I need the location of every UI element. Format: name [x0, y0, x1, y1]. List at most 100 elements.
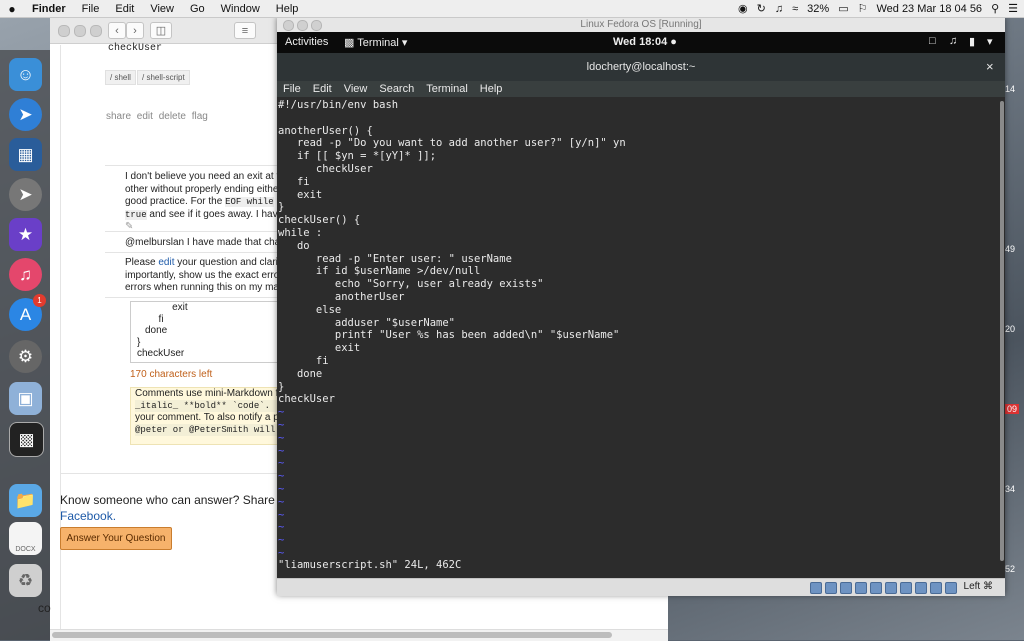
folder-icon[interactable]: 📁 [9, 484, 42, 517]
scrollbar-thumb[interactable] [1000, 101, 1004, 561]
system-preferences-icon[interactable]: ⚙ [9, 340, 42, 373]
menu-view[interactable]: View [142, 3, 182, 15]
app-store-icon[interactable]: A1 [9, 294, 46, 331]
back-button[interactable]: ‹ [108, 22, 126, 39]
battery-icon[interactable]: ▮ [969, 35, 975, 48]
term-menu-view[interactable]: View [338, 83, 374, 95]
video-capture-icon[interactable] [915, 582, 927, 594]
minimize-window-button[interactable] [74, 25, 86, 37]
terminal-line: } [278, 201, 285, 214]
terminal-line: anotherUser() { [278, 124, 373, 137]
vim-empty-line-tilde: ~ [278, 483, 285, 495]
screen-icon[interactable]: ▩ [9, 422, 44, 457]
term-menu-terminal[interactable]: Terminal [420, 83, 474, 95]
vbox-zoom-button[interactable] [311, 20, 322, 31]
terminal-line: printf "User %s has been added\n" "$user… [278, 329, 620, 342]
system-menu-chevron-icon[interactable]: ▾ [987, 35, 993, 48]
menu-window[interactable]: Window [213, 3, 268, 15]
comment-3-text: Please [125, 257, 159, 268]
vim-empty-line-tilde: ~ [278, 406, 285, 419]
vbox-minimize-button[interactable] [297, 20, 308, 31]
term-menu-edit[interactable]: Edit [307, 83, 338, 95]
forward-button[interactable]: › [126, 22, 144, 39]
audio-icon[interactable] [840, 582, 852, 594]
term-menu-file[interactable]: File [277, 83, 307, 95]
imovie-icon[interactable]: ★ [9, 218, 42, 251]
terminal-line: exit [278, 342, 361, 355]
input-flag-icon[interactable]: ⚐ [858, 2, 868, 15]
menu-file[interactable]: File [74, 3, 108, 15]
answer-your-question-button[interactable]: Answer Your Question [60, 527, 172, 550]
dock: ☺ ➤ ▦ ➤ ★ ♫ A1 ⚙ ▣ ▩ 📁 DOCX ♻ [0, 50, 50, 640]
comment-1-text: good practice. For the [125, 196, 223, 207]
desktop-label: 34 [1005, 484, 1016, 494]
comment-3-text: your question and clarify. [174, 257, 288, 268]
term-menu-help[interactable]: Help [474, 83, 509, 95]
activities-button[interactable]: Activities [285, 36, 328, 48]
screen-icon[interactable]: □ [929, 35, 936, 47]
cpu-icon[interactable] [945, 582, 957, 594]
wifi-icon[interactable]: ≈ [792, 3, 798, 15]
tag-shell[interactable]: / shell [105, 70, 136, 85]
spotlight-search-icon[interactable]: ⚲ [991, 2, 999, 15]
chevron-down-icon: ▾ [401, 37, 408, 49]
docx-icon[interactable]: DOCX [9, 522, 42, 555]
optical-drive-icon[interactable] [825, 582, 837, 594]
horizontal-scrollbar[interactable] [50, 629, 668, 641]
comment-1-text: and see if it goes away. I have [149, 208, 284, 220]
hdd-icon[interactable] [810, 582, 822, 594]
safari-icon[interactable]: ➤ [9, 98, 42, 131]
edit-link[interactable]: edit [158, 257, 174, 268]
sidebar-toggle-icon[interactable]: ◫ [150, 22, 172, 39]
volume-icon[interactable]: ♫ [949, 35, 957, 47]
vim-empty-line-tilde: ~ [278, 457, 285, 470]
battery-icon[interactable]: ▭ [838, 2, 848, 15]
gnome-top-bar: Activities ▩ Terminal ▾ Wed 18:04 ● □ ♫ … [277, 32, 1005, 53]
desktop-label: 52 [1005, 564, 1016, 574]
menubar-datetime[interactable]: Wed 23 Mar 18 04 56 [876, 3, 982, 15]
term-menu-search[interactable]: Search [373, 83, 420, 95]
cc-icon[interactable]: ◉ [738, 2, 748, 15]
vim-empty-line-tilde: ~ [278, 508, 285, 521]
menu-help[interactable]: Help [268, 3, 307, 15]
sync-icon[interactable]: ↻ [757, 2, 766, 15]
terminal-app-menu[interactable]: ▩ Terminal ▾ [344, 36, 407, 49]
vbox-close-button[interactable] [283, 20, 294, 31]
trash-icon[interactable]: ♻ [9, 564, 42, 597]
launchpad-icon[interactable]: ➤ [9, 178, 42, 211]
terminal-line: do [278, 239, 310, 252]
display-icon[interactable] [900, 582, 912, 594]
vim-status-line: "liamuserscript.sh" 24L, 462C [278, 559, 462, 571]
menu-go[interactable]: Go [182, 3, 213, 15]
close-icon[interactable]: × [986, 59, 994, 74]
shared-folders-icon[interactable] [885, 582, 897, 594]
reader-icon[interactable]: ≡ [234, 22, 256, 39]
facebook-link[interactable]: Facebook. [60, 509, 116, 523]
gnome-clock[interactable]: Wed 18:04 ● [613, 36, 677, 48]
terminal-body[interactable]: "liamuserscript.sh" 24L, 462C #!/usr/bin… [277, 97, 999, 578]
terminal-scrollbar[interactable] [999, 97, 1005, 578]
preview-icon[interactable]: ▣ [9, 382, 42, 415]
itunes-icon[interactable]: ♫ [9, 258, 42, 291]
inline-code: true [125, 209, 147, 220]
battery-percent[interactable]: 32% [807, 3, 829, 15]
desktop-label: 14 [1005, 84, 1016, 94]
desktop-label: 20 [1005, 324, 1016, 334]
finder-icon[interactable]: ☺ [9, 58, 42, 91]
notification-center-icon[interactable]: ☰ [1008, 2, 1018, 15]
terminal-menubar: File Edit View Search Terminal Help [277, 81, 1005, 97]
zoom-window-button[interactable] [90, 25, 102, 37]
menubar-status-area: ◉ ↻ ♫ ≈ 32% ▭ ⚐ Wed 23 Mar 18 04 56 ⚲ ☰ [738, 0, 1018, 17]
network-icon[interactable] [855, 582, 867, 594]
menu-finder[interactable]: Finder [24, 3, 74, 15]
virtualbox-icon[interactable]: ▦ [9, 138, 42, 171]
mouse-integration-icon[interactable] [930, 582, 942, 594]
volume-icon[interactable]: ♫ [775, 3, 783, 15]
apple-icon[interactable]: ● [0, 2, 24, 16]
usb-icon[interactable] [870, 582, 882, 594]
scrollbar-thumb[interactable] [52, 632, 612, 638]
post-action-links[interactable]: share edit delete flag [106, 111, 208, 122]
close-window-button[interactable] [58, 25, 70, 37]
menu-edit[interactable]: Edit [107, 3, 142, 15]
tag-shell-script[interactable]: / shell-script [137, 70, 190, 85]
